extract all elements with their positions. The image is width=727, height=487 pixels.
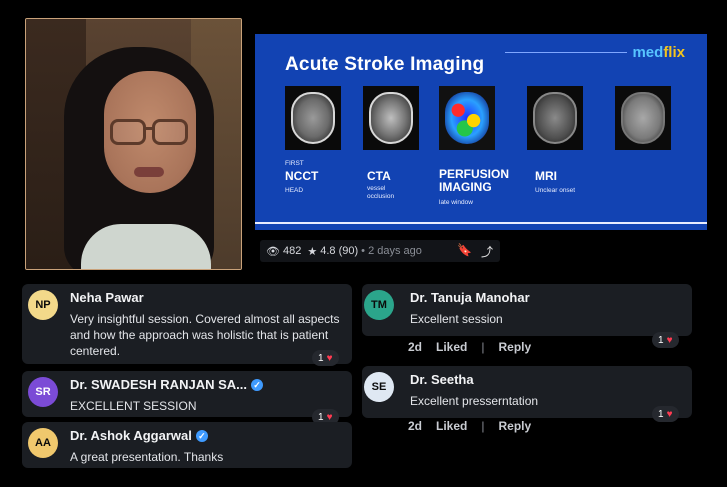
rating-value: 4.8 xyxy=(320,245,336,257)
comment-text: Excellent presserntation xyxy=(410,394,539,408)
comment-time: 2d xyxy=(408,340,423,354)
reply-button[interactable]: Reply xyxy=(498,419,531,433)
comment-card: TM Dr. Tanuja Manohar Excellent session xyxy=(362,284,692,336)
heart-icon: ♥ xyxy=(666,408,673,420)
share-icon[interactable]: ⤴ xyxy=(481,243,493,260)
perfusion-scan-image xyxy=(439,86,495,150)
mri-scan-image-2 xyxy=(615,86,671,150)
bookmark-icon[interactable]: 🔖 xyxy=(457,243,472,257)
avatar[interactable]: SE xyxy=(364,372,394,402)
comment-author[interactable]: Dr. Ashok Aggarwal ✓ xyxy=(70,428,344,443)
liked-button[interactable]: Liked xyxy=(436,340,467,354)
glasses-icon xyxy=(152,119,188,145)
star-icon: ★ xyxy=(307,245,318,258)
cta-scan-image xyxy=(363,86,419,150)
column-label-cta: CTA xyxy=(367,169,391,183)
slide-title: Acute Stroke Imaging xyxy=(285,54,485,75)
verified-badge-icon: ✓ xyxy=(195,430,208,442)
liked-button[interactable]: Liked xyxy=(436,419,467,433)
brand-logo: medflix xyxy=(632,44,685,61)
eye-icon: 👁 xyxy=(266,245,280,258)
comment-actions: 2d Liked | Reply xyxy=(408,340,532,354)
comment-text: Very insightful session. Covered almost … xyxy=(70,312,340,358)
column-sub-ncct: HEAD xyxy=(285,187,304,194)
column-sub-perfusion: late window xyxy=(439,199,473,206)
comment-time: 2d xyxy=(408,419,423,433)
posted-time: 2 days ago xyxy=(368,245,422,257)
presenter-video[interactable] xyxy=(25,18,242,270)
slide-divider xyxy=(505,52,627,53)
presenter-mouth xyxy=(134,167,164,177)
column-sub-mri: Unclear onset xyxy=(535,187,576,194)
comment-text: A great presentation. Thanks xyxy=(70,450,224,464)
like-count[interactable]: 1 ♥ xyxy=(312,350,339,366)
column-sub-cta: vessel occlusion xyxy=(367,185,395,200)
comment-actions: 2d Liked | Reply xyxy=(408,419,532,433)
comment-text: EXCELLENT SESSION xyxy=(70,399,197,413)
comment-card: NP Neha Pawar Very insightful session. C… xyxy=(22,284,352,366)
column-label-ncct: NCCT xyxy=(285,169,319,183)
avatar[interactable]: SR xyxy=(28,377,58,407)
presentation-slide: medflix Acute Stroke Imaging FIRST NCCT … xyxy=(255,34,707,230)
comment-card: SR Dr. SWADESH RANJAN SA... ✓ EXCELLENT S… xyxy=(22,371,352,425)
column-label-mri: MRI xyxy=(535,169,557,183)
comment-card: SE Dr. Seetha Excellent presserntation xyxy=(362,366,692,418)
reply-button[interactable]: Reply xyxy=(498,340,531,354)
column-pre-label: FIRST xyxy=(285,160,304,167)
comment-author[interactable]: Neha Pawar xyxy=(70,290,344,305)
avatar[interactable]: NP xyxy=(28,290,58,320)
mri-scan-image xyxy=(527,86,583,150)
presenter-shirt xyxy=(81,224,211,269)
glasses-icon xyxy=(110,119,146,145)
comment-author[interactable]: Dr. Seetha xyxy=(410,372,684,387)
verified-badge-icon: ✓ xyxy=(250,379,263,391)
rating-count: (90) xyxy=(338,245,359,257)
video-stats-bar: 👁 482 ★ 4.8 (90) • 2 days ago 🔖 ⤴ xyxy=(260,240,500,262)
like-count[interactable]: 1 ♥ xyxy=(652,332,679,348)
view-count: 482 xyxy=(282,245,302,257)
heart-icon: ♥ xyxy=(326,411,333,423)
heart-icon: ♥ xyxy=(666,334,673,346)
avatar[interactable]: TM xyxy=(364,290,394,320)
avatar[interactable]: AA xyxy=(28,428,58,458)
like-count[interactable]: 1 ♥ xyxy=(652,406,679,422)
slide-divider xyxy=(255,222,707,224)
column-label-perfusion: PERFUSION IMAGING xyxy=(439,167,510,194)
comment-author[interactable]: Dr. SWADESH RANJAN SA... ✓ xyxy=(70,377,344,392)
comment-author[interactable]: Dr. Tanuja Manohar xyxy=(410,290,684,305)
heart-icon: ♥ xyxy=(326,352,333,364)
comment-card: AA Dr. Ashok Aggarwal ✓ A great presentat… xyxy=(22,422,352,468)
ncct-scan-image xyxy=(285,86,341,150)
glasses-bridge xyxy=(145,127,155,130)
comment-text: Excellent session xyxy=(410,312,503,326)
